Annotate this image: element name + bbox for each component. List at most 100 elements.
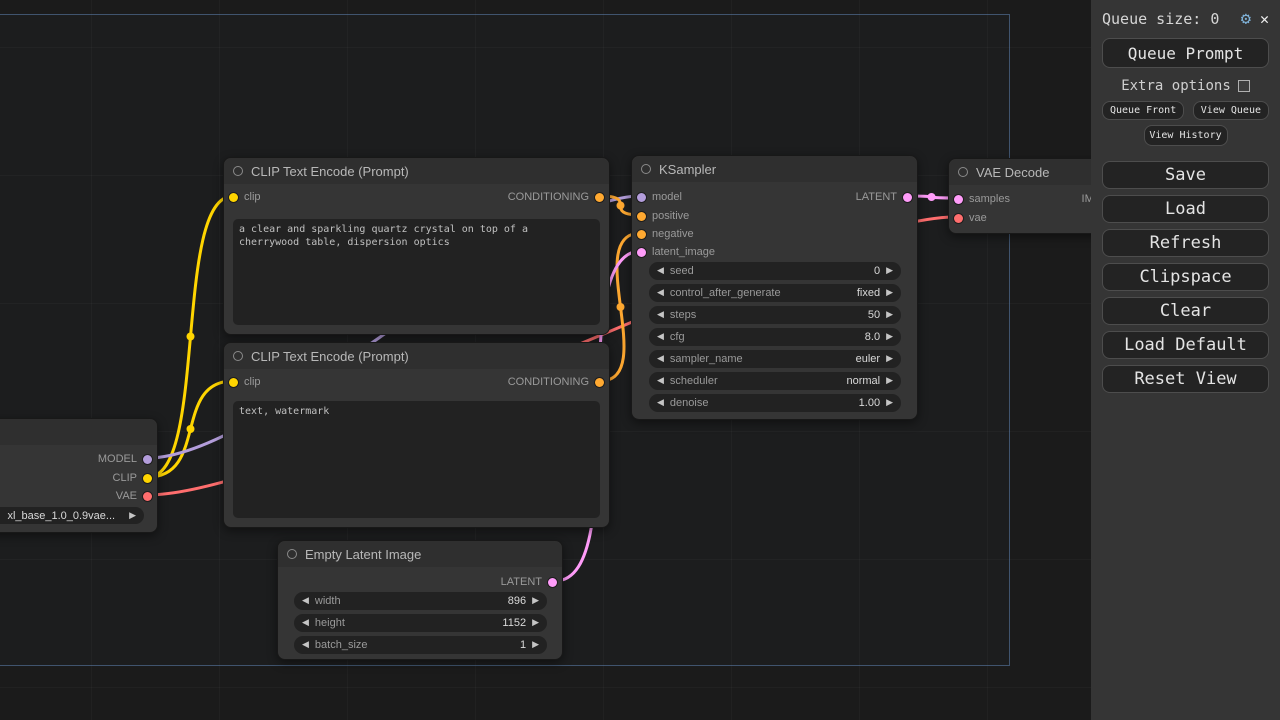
output-port-clip[interactable] [143, 474, 152, 483]
node-title-bar[interactable]: KSampler [632, 156, 917, 182]
node-title-bar[interactable]: Empty Latent Image [278, 541, 562, 567]
input-port-positive[interactable] [637, 212, 646, 221]
increment-arrow-icon[interactable]: ▶ [532, 640, 539, 650]
decrement-arrow-icon[interactable]: ◀ [657, 288, 664, 298]
input-port-clip[interactable] [229, 193, 238, 202]
widget-label: width [315, 595, 341, 607]
node-title-bar[interactable]: CLIP Text Encode (Prompt) [224, 158, 609, 184]
input-label-vae: vae [969, 212, 987, 224]
input-port-clip[interactable] [229, 378, 238, 387]
output-port-conditioning[interactable] [595, 193, 604, 202]
load-default-button[interactable]: Load Default [1102, 331, 1269, 359]
next-arrow-icon[interactable]: ▶ [129, 511, 136, 521]
widget-value: 8.0 [865, 331, 880, 343]
reset-view-button[interactable]: Reset View [1102, 365, 1269, 393]
widget-label: cfg [670, 331, 685, 343]
prompt-textarea[interactable]: a clear and sparkling quartz crystal on … [233, 219, 600, 325]
increment-arrow-icon[interactable]: ▶ [886, 376, 893, 386]
view-history-button[interactable]: View History [1144, 125, 1228, 146]
refresh-button[interactable]: Refresh [1102, 229, 1269, 257]
decrement-arrow-icon[interactable]: ◀ [657, 310, 664, 320]
node-clip-text-encode-positive[interactable]: CLIP Text Encode (Prompt) clip CONDITION… [223, 157, 610, 335]
input-label-clip: clip [244, 191, 261, 203]
collapse-dot[interactable] [287, 549, 297, 559]
widget-width[interactable]: ◀ width 896 ▶ [294, 592, 547, 610]
clear-button[interactable]: Clear [1102, 297, 1269, 325]
decrement-arrow-icon[interactable]: ◀ [657, 332, 664, 342]
output-port-model[interactable] [143, 455, 152, 464]
ckpt-name-value: xl_base_1.0_0.9vae... [7, 510, 115, 522]
collapse-dot[interactable] [641, 164, 651, 174]
collapse-dot[interactable] [233, 166, 243, 176]
input-label-latent-image: latent_image [652, 246, 715, 258]
input-label-negative: negative [652, 228, 694, 240]
decrement-arrow-icon[interactable]: ◀ [657, 354, 664, 364]
input-port-samples[interactable] [954, 195, 963, 204]
widget-value: 1 [520, 639, 526, 651]
widget-value: 896 [508, 595, 526, 607]
widget-label: batch_size [315, 639, 368, 651]
widget-label: scheduler [670, 375, 718, 387]
collapse-dot[interactable] [233, 351, 243, 361]
output-label-model: MODEL [98, 453, 137, 465]
decrement-arrow-icon[interactable]: ◀ [657, 266, 664, 276]
extra-options-checkbox[interactable] [1238, 80, 1250, 92]
widget-value: fixed [857, 287, 880, 299]
output-label-latent: LATENT [856, 191, 897, 203]
settings-gear-icon[interactable]: ⚙ [1241, 9, 1251, 29]
decrement-arrow-icon[interactable]: ◀ [657, 398, 664, 408]
view-queue-button[interactable]: View Queue [1193, 101, 1269, 120]
widget-control-after-generate[interactable]: ◀ control_after_generate fixed ▶ [649, 284, 901, 302]
node-ksampler[interactable]: KSampler model positive negative latent_… [631, 155, 918, 420]
decrement-arrow-icon[interactable]: ◀ [657, 376, 664, 386]
clipspace-button[interactable]: Clipspace [1102, 263, 1269, 291]
load-button[interactable]: Load [1102, 195, 1269, 223]
input-port-latent-image[interactable] [637, 248, 646, 257]
output-label-latent: LATENT [501, 576, 542, 588]
increment-arrow-icon[interactable]: ▶ [886, 354, 893, 364]
output-port-latent[interactable] [903, 193, 912, 202]
increment-arrow-icon[interactable]: ▶ [886, 310, 893, 320]
decrement-arrow-icon[interactable]: ◀ [302, 640, 309, 650]
save-button[interactable]: Save [1102, 161, 1269, 189]
widget-sampler-name[interactable]: ◀ sampler_name euler ▶ [649, 350, 901, 368]
widget-value: 1152 [502, 617, 526, 629]
widget-steps[interactable]: ◀ steps 50 ▶ [649, 306, 901, 324]
increment-arrow-icon[interactable]: ▶ [886, 398, 893, 408]
node-load-checkpoint[interactable]: MODEL CLIP VAE xl_base_1.0_0.9vae... ▶ [0, 418, 158, 533]
increment-arrow-icon[interactable]: ▶ [532, 618, 539, 628]
queue-prompt-button[interactable]: Queue Prompt [1102, 38, 1269, 68]
widget-value: normal [846, 375, 880, 387]
widget-height[interactable]: ◀ height 1152 ▶ [294, 614, 547, 632]
increment-arrow-icon[interactable]: ▶ [886, 288, 893, 298]
decrement-arrow-icon[interactable]: ◀ [302, 596, 309, 606]
input-label-clip: clip [244, 376, 261, 388]
collapse-dot[interactable] [958, 167, 968, 177]
widget-cfg[interactable]: ◀ cfg 8.0 ▶ [649, 328, 901, 346]
node-empty-latent-image[interactable]: Empty Latent Image LATENT ◀ width 896 ▶ … [277, 540, 563, 660]
widget-batch-size[interactable]: ◀ batch_size 1 ▶ [294, 636, 547, 654]
input-port-model[interactable] [637, 193, 646, 202]
node-title-bar[interactable]: CLIP Text Encode (Prompt) [224, 343, 609, 369]
output-port-conditioning[interactable] [595, 378, 604, 387]
output-port-latent[interactable] [548, 578, 557, 587]
widget-scheduler[interactable]: ◀ scheduler normal ▶ [649, 372, 901, 390]
node-clip-text-encode-negative[interactable]: CLIP Text Encode (Prompt) clip CONDITION… [223, 342, 610, 528]
increment-arrow-icon[interactable]: ▶ [532, 596, 539, 606]
increment-arrow-icon[interactable]: ▶ [886, 266, 893, 276]
input-port-vae[interactable] [954, 214, 963, 223]
increment-arrow-icon[interactable]: ▶ [886, 332, 893, 342]
close-menu-icon[interactable]: ✕ [1260, 10, 1269, 28]
decrement-arrow-icon[interactable]: ◀ [302, 618, 309, 628]
canvas[interactable]: MODEL CLIP VAE xl_base_1.0_0.9vae... ▶ C… [0, 0, 1280, 720]
node-title-bar[interactable] [0, 419, 157, 445]
prompt-textarea[interactable]: text, watermark [233, 401, 600, 518]
output-label-vae: VAE [116, 490, 137, 502]
widget-denoise[interactable]: ◀ denoise 1.00 ▶ [649, 394, 901, 412]
widget-ckpt-name[interactable]: xl_base_1.0_0.9vae... ▶ [0, 507, 144, 524]
widget-label: steps [670, 309, 696, 321]
widget-seed[interactable]: ◀ seed 0 ▶ [649, 262, 901, 280]
output-port-vae[interactable] [143, 492, 152, 501]
queue-front-button[interactable]: Queue Front [1102, 101, 1184, 120]
input-port-negative[interactable] [637, 230, 646, 239]
